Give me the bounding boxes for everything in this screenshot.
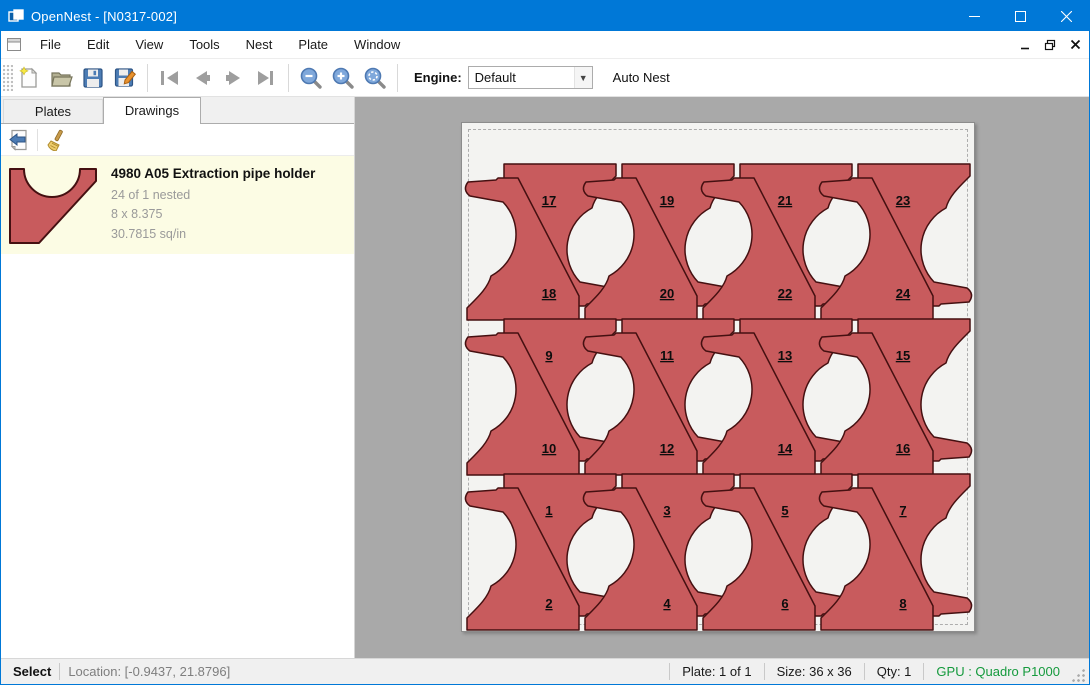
- drawings-toolbar: [1, 124, 354, 156]
- mdi-minimize-button[interactable]: [1014, 34, 1036, 56]
- new-file-button[interactable]: [13, 62, 45, 94]
- part-number-label: 10: [542, 441, 556, 456]
- part-number-label: 16: [896, 441, 910, 456]
- menu-nest[interactable]: Nest: [233, 32, 286, 57]
- part-number-label: 1: [545, 503, 552, 518]
- status-bar: Select Location: [-0.9437, 21.8796] Plat…: [1, 658, 1089, 684]
- status-plate-count: Plate: 1 of 1: [678, 664, 755, 679]
- drawing-dimensions: 8 x 8.375: [111, 205, 315, 224]
- main-toolbar: Engine: Default ▼ Auto Nest: [1, 59, 1089, 97]
- nest-canvas[interactable]: 171819202122232491011121314151612345678: [355, 97, 1089, 658]
- nested-parts-layout[interactable]: 171819202122232491011121314151612345678: [462, 123, 976, 633]
- part-number-label: 13: [778, 348, 792, 363]
- part-number-label: 20: [660, 286, 674, 301]
- menu-plate[interactable]: Plate: [285, 32, 341, 57]
- first-plate-button[interactable]: [154, 62, 186, 94]
- part-number-label: 6: [781, 596, 788, 611]
- menu-tools[interactable]: Tools: [176, 32, 232, 57]
- status-plate-size: Size: 36 x 36: [773, 664, 856, 679]
- previous-plate-button[interactable]: [186, 62, 218, 94]
- part-number-label: 22: [778, 286, 792, 301]
- close-button[interactable]: [1043, 1, 1089, 31]
- document-window-icon[interactable]: [1, 37, 27, 52]
- last-plate-button[interactable]: [250, 62, 282, 94]
- tab-drawings[interactable]: Drawings: [103, 97, 201, 124]
- part-number-label: 21: [778, 193, 792, 208]
- part-number-label: 5: [781, 503, 788, 518]
- app-window: OpenNest - [N0317-002] File Edit View To…: [0, 0, 1090, 685]
- clear-drawings-button[interactable]: [42, 126, 70, 154]
- part-number-label: 17: [542, 193, 556, 208]
- maximize-button[interactable]: [997, 1, 1043, 31]
- part-number-label: 3: [663, 503, 670, 518]
- part-number-label: 24: [896, 286, 911, 301]
- mdi-close-button[interactable]: [1064, 34, 1086, 56]
- chevron-down-icon[interactable]: ▼: [574, 67, 592, 88]
- part-number-label: 12: [660, 441, 674, 456]
- menu-edit[interactable]: Edit: [74, 32, 122, 57]
- menu-file[interactable]: File: [27, 32, 74, 57]
- save-button[interactable]: [77, 62, 109, 94]
- menu-bar: File Edit View Tools Nest Plate Window: [1, 31, 1089, 59]
- app-icon: [1, 8, 31, 24]
- panel-tabs: Plates Drawings: [1, 97, 354, 124]
- open-file-button[interactable]: [45, 62, 77, 94]
- resize-grip[interactable]: [1070, 667, 1086, 683]
- engine-selected-value: Default: [469, 70, 574, 85]
- status-qty: Qty: 1: [873, 664, 916, 679]
- tab-plates[interactable]: Plates: [3, 99, 103, 124]
- menu-window[interactable]: Window: [341, 32, 413, 57]
- status-mode: Select: [1, 664, 51, 679]
- part-number-label: 15: [896, 348, 910, 363]
- next-plate-button[interactable]: [218, 62, 250, 94]
- drawing-list-item[interactable]: 4980 A05 Extraction pipe holder 24 of 1 …: [1, 156, 354, 254]
- zoom-out-button[interactable]: [295, 62, 327, 94]
- drawing-title: 4980 A05 Extraction pipe holder: [111, 166, 315, 181]
- toolbar-grip[interactable]: [3, 65, 13, 91]
- part-number-label: 23: [896, 193, 910, 208]
- part-number-label: 18: [542, 286, 556, 301]
- title-bar[interactable]: OpenNest - [N0317-002]: [1, 1, 1089, 31]
- menu-view[interactable]: View: [122, 32, 176, 57]
- status-gpu: GPU : Quadro P1000: [932, 664, 1064, 679]
- part-number-label: 11: [660, 348, 674, 363]
- part-number-label: 7: [899, 503, 906, 518]
- part-number-label: 4: [663, 596, 671, 611]
- window-title: OpenNest - [N0317-002]: [31, 9, 177, 24]
- side-panel: Plates Drawings: [1, 97, 355, 658]
- drawing-area: 30.7815 sq/in: [111, 225, 315, 244]
- part-number-label: 9: [545, 348, 552, 363]
- mdi-restore-button[interactable]: [1039, 34, 1061, 56]
- plate-sheet[interactable]: 171819202122232491011121314151612345678: [461, 122, 975, 632]
- part-number-label: 14: [778, 441, 793, 456]
- engine-label: Engine:: [414, 70, 462, 85]
- engine-select[interactable]: Default ▼: [468, 66, 593, 89]
- import-drawing-button[interactable]: [5, 126, 33, 154]
- zoom-fit-button[interactable]: [359, 62, 391, 94]
- status-location: Location: [-0.9437, 21.8796]: [68, 664, 230, 679]
- part-number-label: 19: [660, 193, 674, 208]
- drawing-nested-count: 24 of 1 nested: [111, 186, 315, 205]
- part-number-label: 2: [545, 596, 552, 611]
- save-as-button[interactable]: [109, 62, 141, 94]
- minimize-button[interactable]: [951, 1, 997, 31]
- zoom-in-button[interactable]: [327, 62, 359, 94]
- part-thumbnail: [7, 164, 99, 246]
- part-number-label: 8: [899, 596, 906, 611]
- auto-nest-button[interactable]: Auto Nest: [607, 66, 676, 89]
